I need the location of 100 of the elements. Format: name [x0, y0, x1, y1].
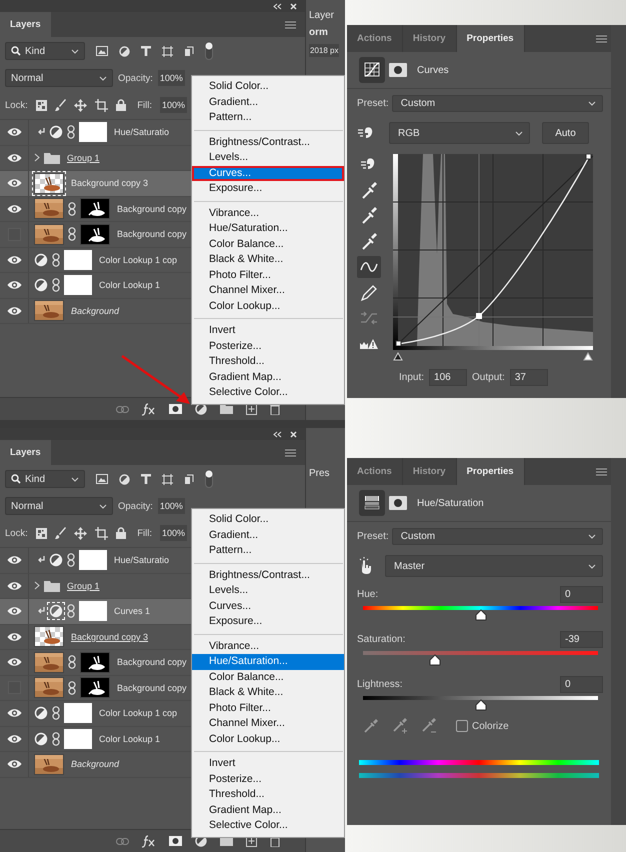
- mask-icon[interactable]: [168, 404, 182, 414]
- fill-field[interactable]: 100%: [160, 97, 187, 113]
- input-field[interactable]: 106: [429, 369, 468, 386]
- menu-item[interactable]: Solid Color...: [192, 79, 344, 94]
- artboard-icon[interactable]: [94, 526, 108, 540]
- menu-item[interactable]: Gradient...: [192, 94, 344, 110]
- layers-tab[interactable]: Layers: [0, 12, 51, 37]
- panel-tab[interactable]: Properties: [456, 25, 525, 52]
- menu-item[interactable]: Gradient...: [192, 528, 344, 543]
- value-field[interactable]: -39: [560, 631, 603, 648]
- hue-saturation-icon[interactable]: [359, 490, 385, 516]
- fx-icon[interactable]: [142, 402, 156, 416]
- artboard-icon[interactable]: [94, 98, 108, 112]
- highlight-point-handle[interactable]: [583, 352, 593, 361]
- lock-pixels-icon[interactable]: [36, 528, 47, 538]
- filter-toggle[interactable]: [205, 470, 213, 488]
- eye-icon[interactable]: [6, 204, 22, 214]
- menu-item[interactable]: Solid Color...: [192, 512, 344, 528]
- eye-icon[interactable]: [6, 606, 22, 616]
- auto-button[interactable]: Auto: [542, 122, 589, 144]
- smart-object-icon[interactable]: [184, 46, 194, 56]
- panel-tab[interactable]: Properties: [456, 458, 525, 485]
- value-field[interactable]: 2018 px: [309, 44, 340, 57]
- type-icon[interactable]: [141, 474, 151, 484]
- blend-mode-dropdown[interactable]: Normal: [5, 497, 113, 515]
- curves-icon[interactable]: [359, 57, 385, 83]
- adjustment-icon[interactable]: [194, 403, 206, 415]
- fx-icon[interactable]: [142, 834, 156, 848]
- eyedropper-icon[interactable]: [363, 718, 379, 734]
- panel-tab[interactable]: Actions: [347, 458, 403, 485]
- image-icon[interactable]: [96, 46, 108, 56]
- filter-dropdown[interactable]: Kind: [5, 470, 85, 488]
- menu-item[interactable]: Threshold...: [192, 354, 344, 370]
- menu-item[interactable]: Invert: [192, 323, 344, 338]
- shadow-point-handle[interactable]: [393, 352, 403, 361]
- brush-icon[interactable]: [54, 99, 66, 111]
- close-icon[interactable]: [290, 2, 297, 10]
- menu-item[interactable]: Hue/Saturation...: [192, 654, 344, 670]
- eyedropper-plus-icon[interactable]: [392, 718, 408, 734]
- type-icon[interactable]: [141, 46, 151, 56]
- output-field[interactable]: 37: [510, 369, 548, 386]
- mask-icon[interactable]: [168, 836, 182, 846]
- curve-tool-icon[interactable]: [357, 256, 381, 278]
- image-icon[interactable]: [96, 474, 108, 484]
- lock-icon[interactable]: [116, 527, 126, 539]
- channel-dropdown[interactable]: Master: [385, 555, 603, 577]
- layers-tab[interactable]: Layers: [0, 440, 51, 465]
- preset-dropdown[interactable]: Custom: [392, 528, 603, 545]
- adjustment-icon[interactable]: [119, 46, 130, 56]
- move-icon[interactable]: [74, 526, 87, 540]
- collapse-icon[interactable]: [273, 430, 282, 438]
- value-field[interactable]: 0: [560, 586, 603, 603]
- trash-icon[interactable]: [270, 835, 280, 847]
- menu-icon[interactable]: [285, 448, 296, 456]
- shape-icon[interactable]: [162, 474, 173, 484]
- mask-icon[interactable]: [389, 63, 407, 77]
- blend-mode-dropdown[interactable]: Normal: [5, 69, 113, 87]
- eye-icon[interactable]: [6, 708, 22, 718]
- channel-dropdown[interactable]: RGB: [389, 122, 530, 144]
- menu-icon[interactable]: [596, 34, 607, 42]
- eye-icon[interactable]: [6, 580, 22, 591]
- eye-icon[interactable]: [6, 178, 22, 188]
- trash-icon[interactable]: [270, 403, 280, 415]
- colorize-checkbox[interactable]: [456, 720, 468, 732]
- link-icon[interactable]: [67, 125, 75, 140]
- link-icon[interactable]: [68, 655, 76, 670]
- eye-icon[interactable]: [6, 632, 22, 642]
- menu-item[interactable]: Selective Color...: [192, 385, 344, 400]
- panel-tab[interactable]: Actions: [347, 25, 403, 52]
- link-icon[interactable]: [116, 406, 128, 412]
- menu-item[interactable]: Threshold...: [192, 787, 344, 802]
- hand-icon[interactable]: [357, 557, 373, 575]
- opacity-field[interactable]: 100%: [158, 498, 185, 514]
- menu-item[interactable]: Posterize...: [192, 338, 344, 354]
- menu-icon[interactable]: [285, 20, 296, 28]
- eye-icon[interactable]: [6, 152, 22, 163]
- filter-dropdown[interactable]: Kind: [5, 42, 85, 60]
- eye-icon[interactable]: [6, 759, 22, 770]
- fill-field[interactable]: 100%: [160, 525, 187, 541]
- link-icon[interactable]: [116, 838, 128, 844]
- eye-icon[interactable]: [6, 555, 22, 566]
- preset-dropdown[interactable]: Custom: [392, 95, 603, 112]
- menu-item[interactable]: Selective Color...: [192, 818, 344, 834]
- shape-icon[interactable]: [162, 46, 173, 56]
- link-icon[interactable]: [67, 553, 75, 568]
- link-icon[interactable]: [67, 604, 75, 618]
- eye-icon[interactable]: [6, 657, 22, 668]
- adjustment-icon[interactable]: [119, 474, 130, 484]
- menu-item[interactable]: Curves...: [192, 166, 344, 181]
- close-icon[interactable]: [290, 430, 297, 438]
- eyedropper-minus-icon[interactable]: [421, 718, 437, 734]
- link-icon[interactable]: [52, 732, 60, 746]
- eye-icon[interactable]: [6, 254, 22, 265]
- link-icon[interactable]: [52, 706, 60, 720]
- value-field[interactable]: 0: [560, 676, 603, 693]
- smart-object-icon[interactable]: [184, 474, 194, 484]
- brush-icon[interactable]: [54, 527, 66, 539]
- eye-icon[interactable]: [6, 306, 22, 316]
- link-icon[interactable]: [68, 202, 76, 216]
- link-icon[interactable]: [68, 227, 76, 242]
